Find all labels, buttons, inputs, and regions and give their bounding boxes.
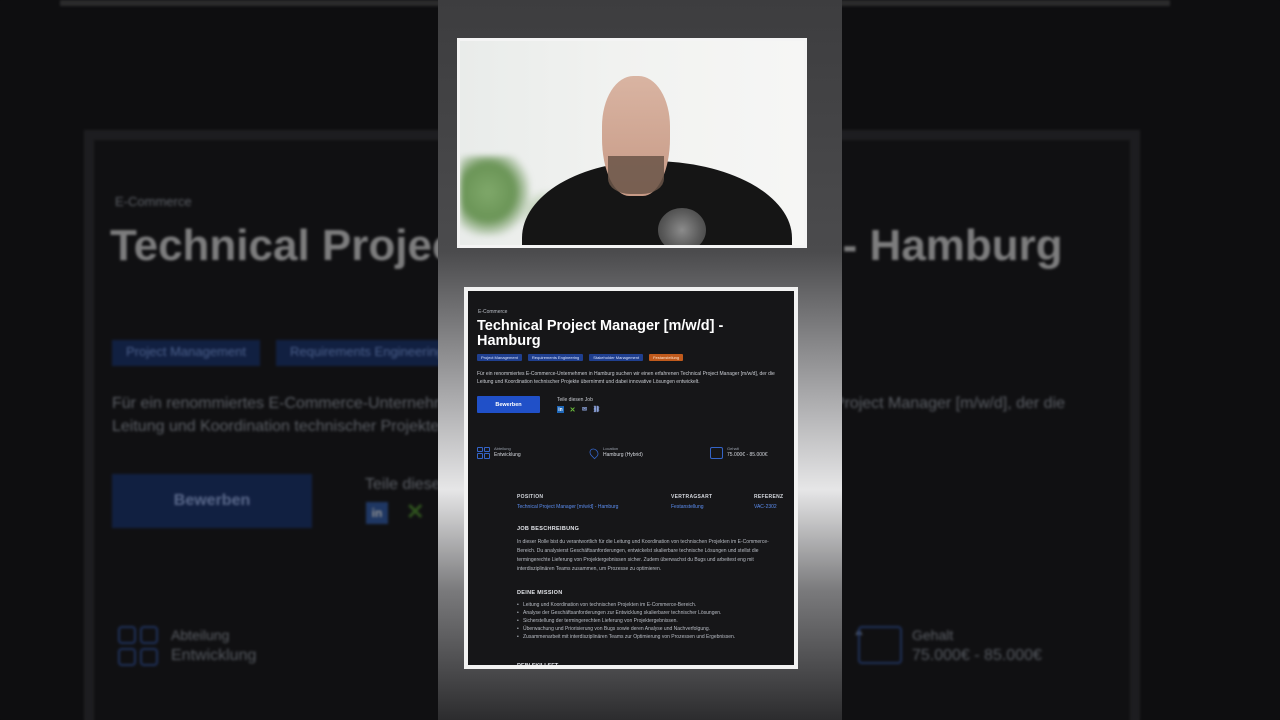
meta-position: POSITION Technical Project Manager [m/w/… <box>517 494 618 510</box>
share-icons: in ✕ ✉ ⛓ <box>557 406 601 414</box>
skillset-heading: DEIN SKILLSET <box>517 663 559 669</box>
bg-tag-requirements: Requirements Engineering <box>276 340 458 366</box>
mission-item: Leitung und Koordination von technischen… <box>517 601 779 609</box>
mission-item: Sicherstellung der termingerechten Liefe… <box>517 617 779 625</box>
bg-grid-icon <box>118 626 158 666</box>
share-label: Teile diesen Job <box>557 397 593 403</box>
meta-reference: REFERENZ VAC-2302 <box>754 494 783 510</box>
apply-button[interactable]: Bewerben <box>477 396 540 413</box>
stat-location: Location Hamburg (Hybrid) <box>587 446 643 459</box>
meta-reference-value[interactable]: VAC-2302 <box>754 504 783 510</box>
tag-stakeholder-management[interactable]: Stakeholder Management <box>589 354 644 361</box>
bg-xing-icon: ✕ <box>406 499 425 524</box>
money-icon <box>710 446 723 459</box>
bg-stat-label-salary: Gehalt <box>912 627 954 643</box>
job-category: E-Commerce <box>478 309 508 315</box>
mission-list: Leitung und Koordination von technischen… <box>517 601 779 641</box>
bg-category: E-Commerce <box>115 194 192 209</box>
linkedin-icon[interactable]: in <box>557 406 564 413</box>
person-beard <box>608 156 664 194</box>
stat-department-value: Entwicklung <box>494 452 521 458</box>
mission-heading: DEINE MISSION <box>517 590 563 596</box>
meta-position-label: POSITION <box>517 494 544 500</box>
meta-position-value[interactable]: Technical Project Manager [m/w/d] - Hamb… <box>517 504 618 510</box>
mission-item: Überwachung und Priorisierung von Bugs s… <box>517 625 779 633</box>
meta-contract: VERTRAGSART Festanstellung <box>671 494 712 510</box>
grid-icon <box>477 446 490 459</box>
bg-stat-value-salary: 75.000€ - 85.000€ <box>912 647 1042 664</box>
job-description: In dieser Rolle bist du verantwortlich f… <box>517 539 769 572</box>
description-heading: JOB BESCHREIBUNG <box>517 526 580 532</box>
mission-item: Zusammenarbeit mit interdisziplinären Te… <box>517 633 779 641</box>
bg-stat-label-department: Abteilung <box>171 627 230 643</box>
location-pin-icon <box>587 446 601 459</box>
meta-contract-value[interactable]: Festanstellung <box>671 504 712 510</box>
job-intro: Für ein renommiertes E-Commerce-Unterneh… <box>477 371 775 385</box>
bg-linkedin-icon: in <box>366 502 388 524</box>
job-title: Technical Project Manager [m/w/d] - Hamb… <box>477 318 724 349</box>
mission-item: Analyse der Geschäftsanforderungen zur E… <box>517 609 779 617</box>
tag-festanstellung[interactable]: Festanstellung <box>649 354 684 361</box>
bg-stat-value-department: Entwicklung <box>171 647 257 664</box>
tag-requirements-engineering[interactable]: Requirements Engineering <box>527 354 584 361</box>
meta-reference-label: REFERENZ <box>754 494 784 500</box>
stat-salary: Gehalt 75.000€ - 85.000€ <box>710 446 768 459</box>
microphone-icon <box>658 208 706 245</box>
stat-salary-value: 75.000€ - 85.000€ <box>727 452 768 458</box>
job-card: E-Commerce Technical Project Manager [m/… <box>464 287 798 669</box>
tag-project-management[interactable]: Project Management <box>477 354 522 361</box>
link-icon[interactable]: ⛓ <box>593 406 601 413</box>
webcam-overlay <box>457 38 807 248</box>
mail-icon[interactable]: ✉ <box>581 406 588 413</box>
xing-icon[interactable]: ✕ <box>569 406 576 414</box>
bg-money-icon <box>858 626 902 664</box>
meta-contract-label: VERTRAGSART <box>671 494 713 500</box>
stat-location-value: Hamburg (Hybrid) <box>603 452 643 458</box>
stat-department: Abteilung Entwicklung <box>477 446 521 459</box>
bg-apply-button: Bewerben <box>112 474 312 528</box>
video-frame: E-Commerce Technical Project Manager [m/… <box>0 0 1280 720</box>
bg-tag-project-management: Project Management <box>112 340 260 366</box>
tag-list: Project Management Requirements Engineer… <box>477 354 684 361</box>
